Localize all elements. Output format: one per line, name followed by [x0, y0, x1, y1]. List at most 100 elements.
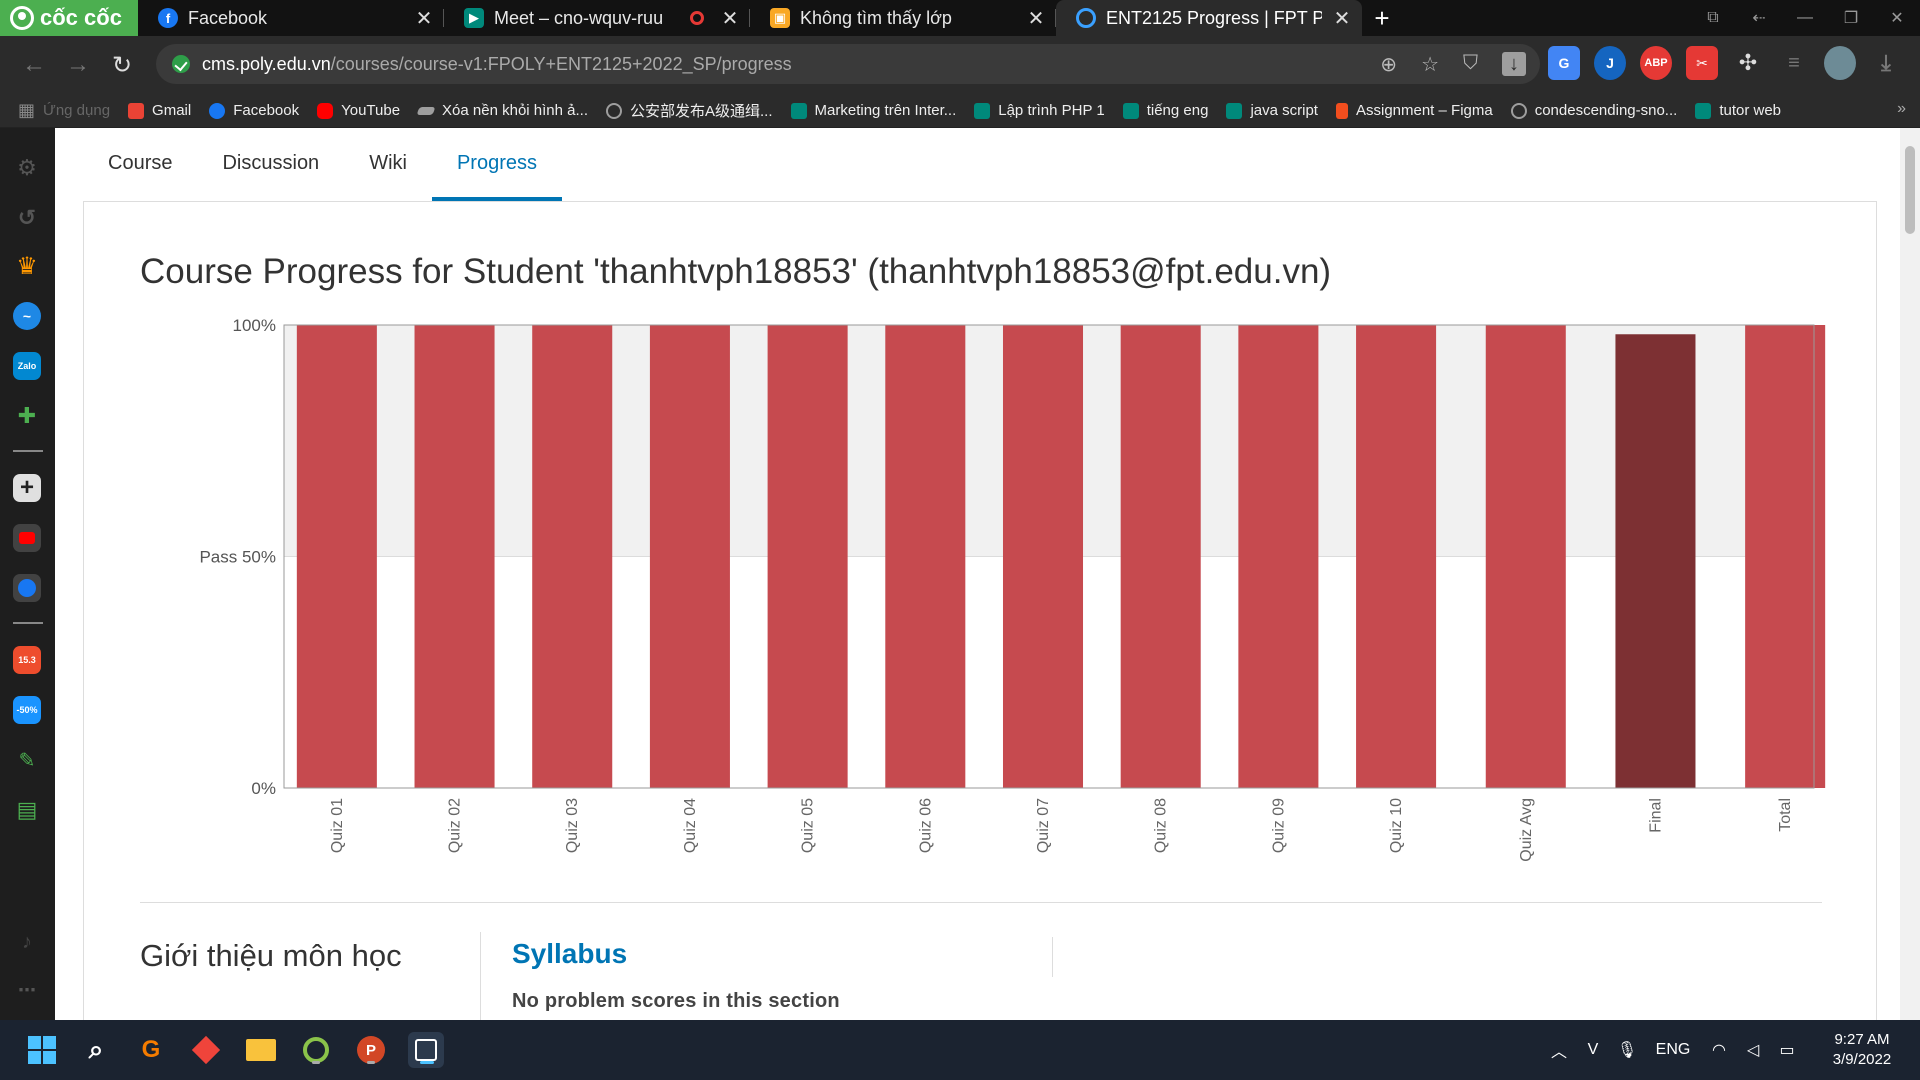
- tab-title: ENT2125 Progress | FPT Polyt: [1106, 7, 1322, 28]
- close-icon[interactable]: ✕: [1026, 6, 1046, 31]
- sidebar-divider: [13, 450, 43, 452]
- facebook-icon[interactable]: [13, 574, 41, 602]
- back-to-tab-icon[interactable]: ⇠: [1736, 8, 1782, 28]
- forward-arrow-icon[interactable]: →: [56, 51, 100, 79]
- chevron-more-icon[interactable]: »: [1897, 100, 1906, 118]
- url-text[interactable]: cms.poly.edu.vn/courses/course-v1:FPOLY+…: [202, 54, 792, 75]
- extension-icons: G J ABP ✂ ✣ ≡ ⤓: [1548, 46, 1902, 80]
- zoom-icon[interactable]: ⊕: [1380, 52, 1397, 77]
- bookmark-gmail[interactable]: Gmail: [128, 102, 191, 119]
- windows-start-icon[interactable]: [24, 1032, 60, 1068]
- tab-course[interactable]: Course: [83, 128, 197, 202]
- screenshot-extension-icon[interactable]: ✂: [1686, 46, 1718, 80]
- shopee-icon[interactable]: 15.3: [13, 646, 41, 674]
- crown-icon[interactable]: ♛: [13, 252, 41, 280]
- bar-quiz-06: [885, 325, 966, 788]
- adblock-plus-icon[interactable]: ABP: [1640, 46, 1672, 80]
- close-icon[interactable]: ✕: [414, 6, 434, 31]
- x-tick-label: Quiz 07: [1035, 798, 1052, 853]
- snipping-tool-icon[interactable]: [408, 1032, 444, 1068]
- x-tick-label: Quiz 09: [1270, 798, 1287, 853]
- downloads-icon[interactable]: ⤓: [1870, 46, 1902, 80]
- bookmark-marketing[interactable]: Marketing trên Inter...: [790, 102, 956, 119]
- bell-icon[interactable]: ♪: [13, 928, 41, 956]
- tab-search-icon[interactable]: ⧉: [1690, 9, 1736, 27]
- tiki-icon[interactable]: -50%: [13, 696, 41, 724]
- tab-classroom[interactable]: ▣ Không tìm thấy lớp ✕: [750, 0, 1056, 36]
- minimize-icon[interactable]: —: [1782, 9, 1828, 27]
- bookmark-figma[interactable]: Assignment – Figma: [1335, 102, 1493, 119]
- powerpoint-icon[interactable]: P: [353, 1032, 389, 1068]
- bar-quiz-04: [649, 325, 730, 788]
- tab-meet[interactable]: ▶ Meet – cno-wquv-ruu ✕: [444, 0, 750, 36]
- add-panel-icon[interactable]: +: [13, 474, 41, 502]
- search-icon[interactable]: ⌕: [78, 1032, 114, 1068]
- messenger-icon[interactable]: ~: [13, 302, 41, 330]
- coupon-icon[interactable]: ✎: [13, 746, 41, 774]
- layers-icon: [416, 106, 436, 115]
- battery-icon[interactable]: ▭: [1770, 1040, 1804, 1060]
- reload-icon[interactable]: ↻: [100, 51, 144, 80]
- puzzle-icon[interactable]: ✣: [1732, 46, 1764, 80]
- address-bar[interactable]: cms.poly.edu.vn/courses/course-v1:FPOLY+…: [156, 44, 1540, 84]
- bookmark-youtube[interactable]: YouTube: [317, 102, 400, 119]
- scrollbar-thumb[interactable]: [1905, 146, 1915, 234]
- facebook-icon: f: [158, 8, 178, 28]
- bar-quiz-02: [414, 325, 495, 788]
- clock[interactable]: 9:27 AM 3/9/2022: [1804, 1030, 1920, 1070]
- tab-ent2125-progress[interactable]: ENT2125 Progress | FPT Polyt ✕: [1056, 0, 1362, 36]
- chevron-up-icon[interactable]: ︿: [1542, 1038, 1576, 1062]
- bar-quiz-09: [1238, 325, 1319, 788]
- coccoc-brand[interactable]: cốc cốc: [0, 0, 138, 36]
- bookmark-star-icon[interactable]: ☆: [1421, 52, 1439, 77]
- window-close-icon[interactable]: ✕: [1874, 8, 1920, 28]
- bar-quiz-avg: [1485, 325, 1566, 788]
- tab-wiki[interactable]: Wiki: [344, 128, 432, 202]
- profile-avatar-icon[interactable]: [1824, 46, 1856, 80]
- close-icon[interactable]: ✕: [1332, 6, 1352, 31]
- close-icon[interactable]: ✕: [720, 6, 740, 31]
- file-explorer-icon[interactable]: [243, 1032, 279, 1068]
- chapter-title: Giới thiệu môn học: [140, 938, 402, 973]
- history-icon[interactable]: ↺: [13, 204, 41, 232]
- anydesk-icon[interactable]: [188, 1032, 224, 1068]
- new-tab-button[interactable]: +: [1362, 0, 1402, 36]
- wifi-icon[interactable]: ◠: [1702, 1040, 1736, 1060]
- tab-facebook[interactable]: f Facebook ✕: [138, 0, 444, 36]
- progress-content: Course Progress for Student 'thanhtvph18…: [83, 201, 1877, 1020]
- bookmark-tutor-web[interactable]: tutor web: [1695, 102, 1781, 119]
- more-dots-icon[interactable]: ⋯: [13, 976, 41, 1004]
- section-link-syllabus[interactable]: Syllabus: [512, 938, 627, 970]
- bookmark-java-script[interactable]: java script: [1226, 102, 1318, 119]
- zalo-icon[interactable]: Zalo: [13, 352, 41, 380]
- spreadsheet-icon[interactable]: ▤: [13, 796, 41, 824]
- tab-discussion[interactable]: Discussion: [197, 128, 344, 202]
- grammarly-icon[interactable]: G: [133, 1032, 169, 1068]
- reading-list-icon[interactable]: ≡: [1778, 46, 1810, 80]
- bookmark-apps[interactable]: ▦ Ứng dụng: [18, 100, 110, 121]
- windows-taskbar: ⌕ G P ︿ V 🎙 ENG ◠ ◁ ▭ 9:27 AM 3/9/2022: [0, 1020, 1920, 1080]
- tab-progress[interactable]: Progress: [431, 128, 562, 202]
- gamepad-icon[interactable]: ✚: [13, 402, 41, 430]
- bookmark-tieng-eng[interactable]: tiếng eng: [1122, 102, 1208, 119]
- page-scrollbar[interactable]: [1900, 128, 1920, 1020]
- language-indicator[interactable]: ENG: [1644, 1041, 1702, 1059]
- bookmark-glitch[interactable]: condescending-sno...: [1510, 102, 1677, 119]
- microphone-icon[interactable]: 🎙: [1610, 1040, 1644, 1060]
- restore-icon[interactable]: ❐: [1828, 8, 1874, 28]
- x-tick-label: Quiz 01: [329, 798, 346, 853]
- bookmark-facebook[interactable]: Facebook: [209, 102, 299, 119]
- back-arrow-icon[interactable]: ←: [12, 51, 56, 79]
- translate-icon[interactable]: G: [1548, 46, 1580, 80]
- bookmark-php[interactable]: Lập trình PHP 1: [974, 102, 1105, 119]
- download-video-icon[interactable]: ↓: [1502, 52, 1526, 76]
- vpn-icon[interactable]: V: [1576, 1041, 1610, 1059]
- settings-gear-icon[interactable]: ⚙: [13, 154, 41, 182]
- coccoc-browser-icon[interactable]: [298, 1032, 334, 1068]
- bookmark-chinese-news[interactable]: 公安部发布A级通缉...: [606, 100, 773, 121]
- bookmark-remove-bg[interactable]: Xóa nền khỏi hình ả...: [416, 102, 588, 119]
- shield-icon[interactable]: ⛉: [1463, 52, 1478, 77]
- volume-icon[interactable]: ◁: [1736, 1040, 1770, 1060]
- j-extension-icon[interactable]: J: [1594, 46, 1626, 80]
- youtube-icon[interactable]: [13, 524, 41, 552]
